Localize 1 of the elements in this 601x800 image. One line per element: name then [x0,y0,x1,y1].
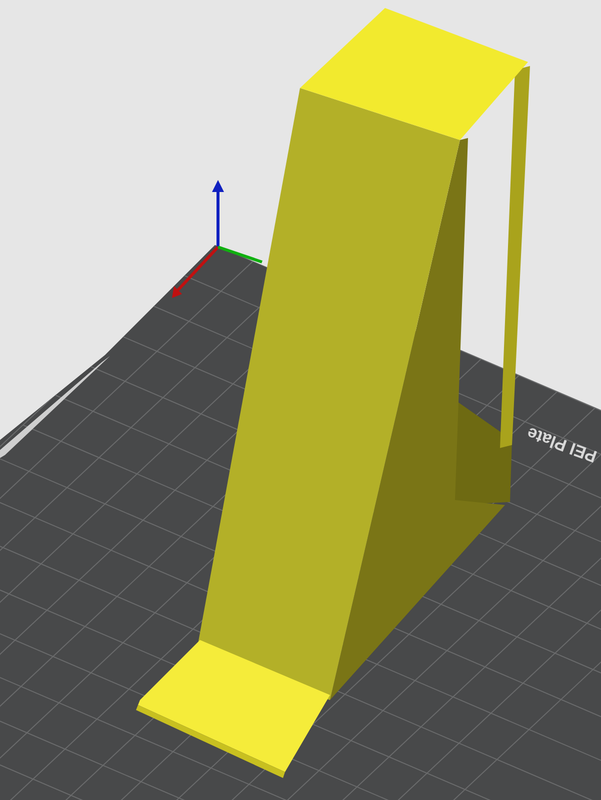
bed-label: PEI Plate [524,423,600,466]
